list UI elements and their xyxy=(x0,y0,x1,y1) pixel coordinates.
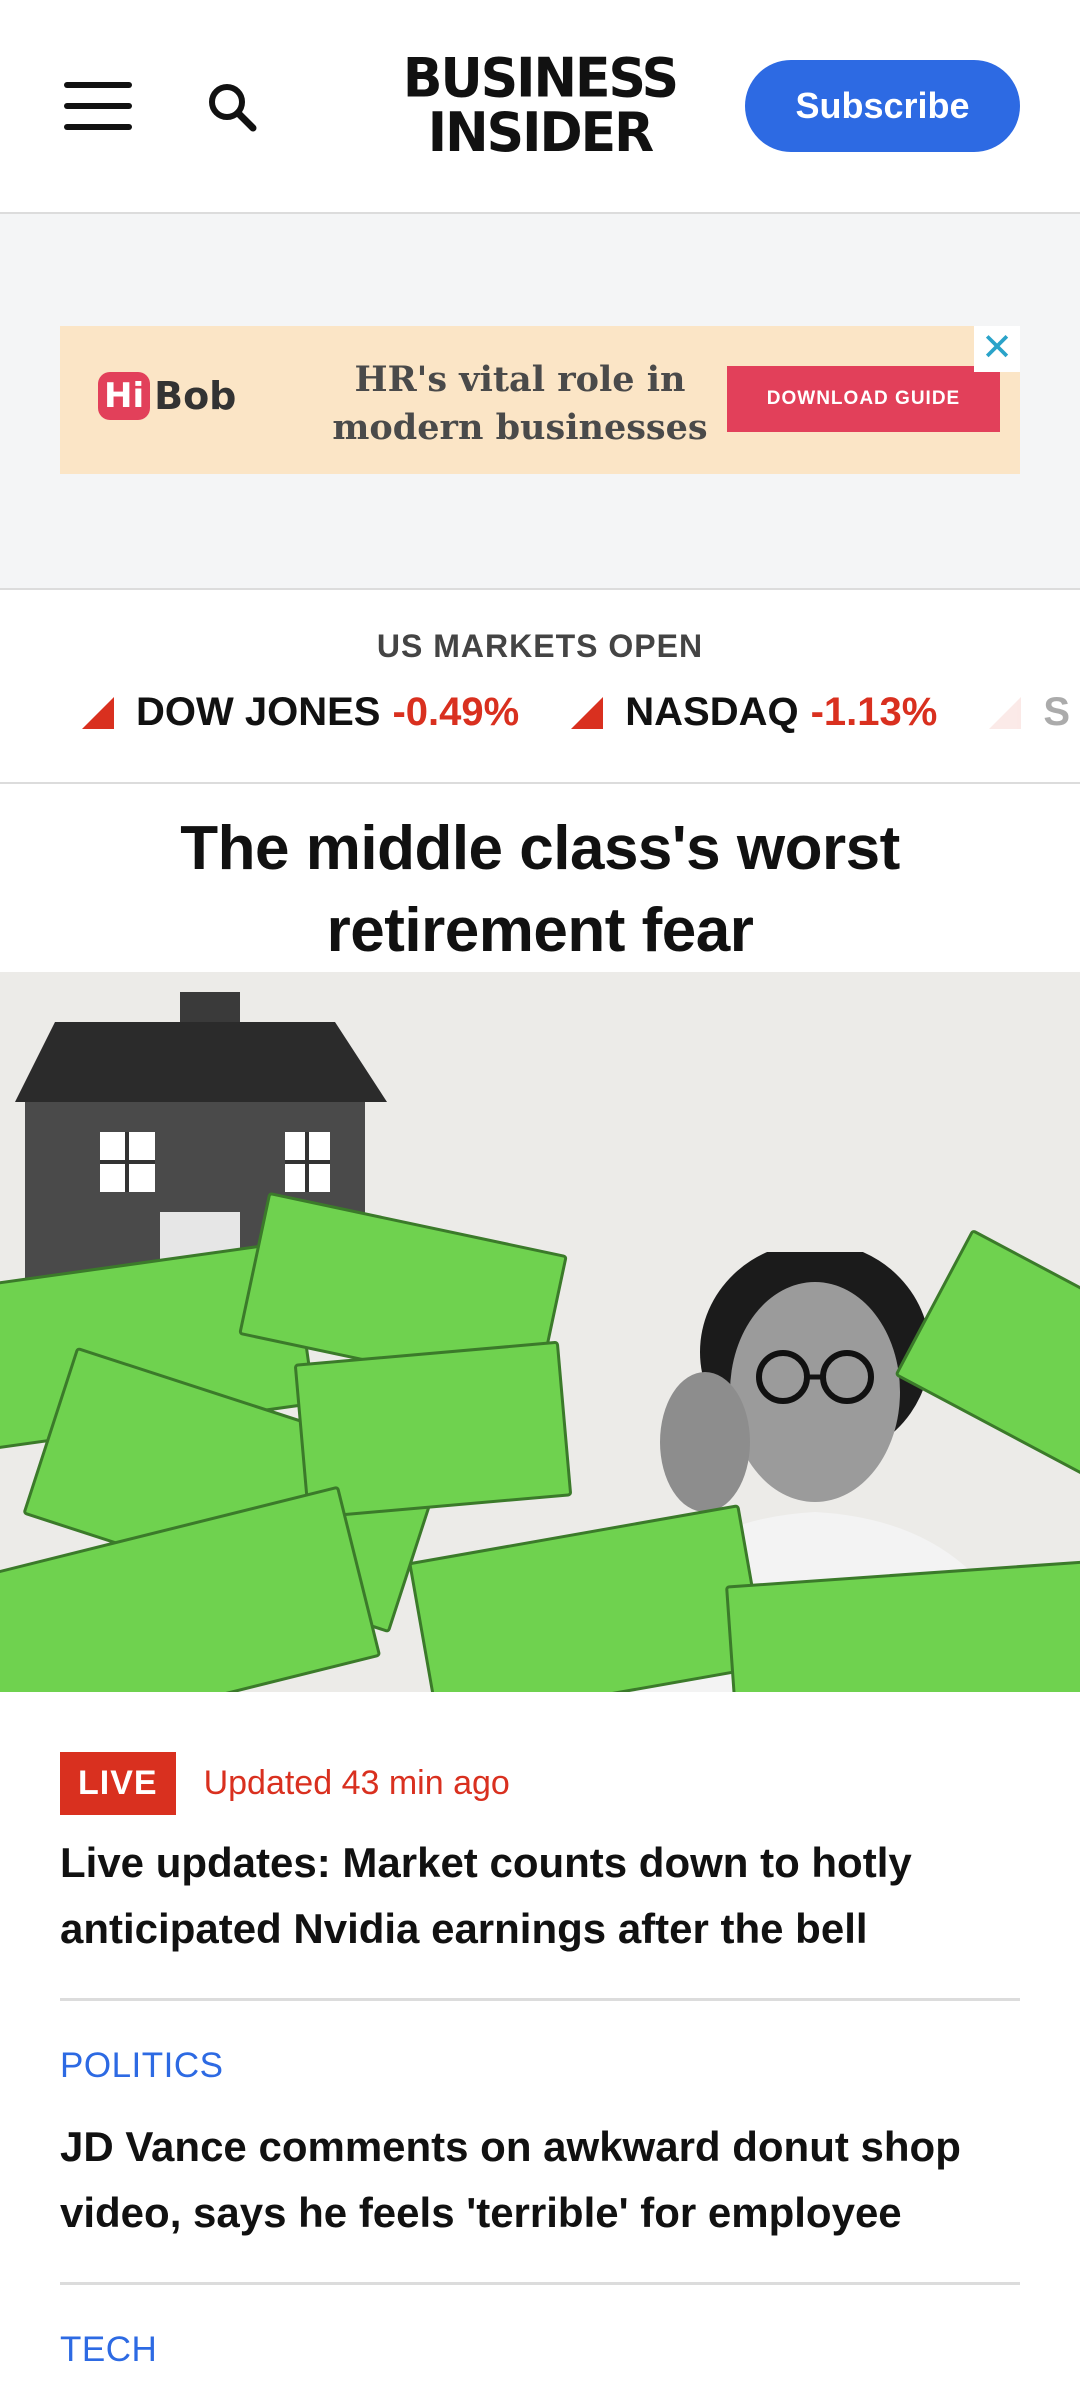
ad-brand-logo: Hi Bob xyxy=(98,372,236,420)
business-insider-logo[interactable]: BUSINESS INSIDER xyxy=(388,51,692,160)
logo-line-2: INSIDER xyxy=(427,101,654,165)
ad-brand-hi: Hi xyxy=(98,372,151,420)
live-row: LIVE Updated 43 min ago xyxy=(60,1752,510,1815)
hamburger-menu-icon[interactable] xyxy=(64,82,132,130)
ticker-item-dow[interactable]: DOW JONES -0.49% xyxy=(82,690,519,735)
story-title-live-updates[interactable]: Live updates: Market counts down to hotl… xyxy=(60,1830,1020,1962)
ticker-change: -1.13% xyxy=(810,690,938,734)
markets-bar: US MARKETS OPEN DOW JONES -0.49% NASDAQ … xyxy=(0,590,1080,784)
markets-status-title: US MARKETS OPEN xyxy=(376,628,704,664)
ad-banner[interactable]: Hi Bob HR's vital role in modern busines… xyxy=(60,326,1020,474)
ad-text-line-1: HR's vital role in xyxy=(354,359,686,400)
lead-story-image[interactable] xyxy=(0,972,1080,1692)
updated-timestamp: Updated 43 min ago xyxy=(203,1764,510,1802)
logo-line-1: BUSINESS xyxy=(402,47,679,111)
ticker-item-nasdaq[interactable]: NASDAQ -1.13% xyxy=(571,690,937,735)
live-badge: LIVE xyxy=(60,1752,176,1815)
site-header: BUSINESS INSIDER Subscribe xyxy=(0,0,1080,214)
down-arrow-icon xyxy=(571,696,604,729)
story-divider xyxy=(60,1998,1020,2001)
ad-download-guide-button[interactable]: DOWNLOAD GUIDE xyxy=(727,366,1000,432)
kicker-tech[interactable]: TECH xyxy=(60,2330,157,2370)
lead-headline[interactable]: The middle class's worst retirement fear xyxy=(0,784,1080,972)
ad-text-line-2: modern businesses xyxy=(332,407,708,448)
market-ticker[interactable]: DOW JONES -0.49% NASDAQ -1.13% S xyxy=(82,690,1080,735)
search-icon[interactable] xyxy=(205,80,261,136)
ad-brand-rest: Bob xyxy=(154,374,237,418)
ticker-name: DOW JONES xyxy=(136,690,381,734)
ad-text: HR's vital role in modern businesses xyxy=(285,356,755,452)
kicker-politics[interactable]: POLITICS xyxy=(60,2046,223,2086)
story-title-jd-vance[interactable]: JD Vance comments on awkward donut shop … xyxy=(60,2114,1020,2246)
ticker-item-sp[interactable]: S xyxy=(989,690,1080,735)
story-divider xyxy=(60,2282,1020,2285)
ad-zone: Hi Bob HR's vital role in modern busines… xyxy=(0,214,1080,590)
ad-close-icon[interactable]: ✕ xyxy=(974,326,1020,372)
ticker-name: NASDAQ xyxy=(625,690,799,734)
down-arrow-icon xyxy=(989,696,1022,729)
ticker-name: S xyxy=(1043,690,1071,734)
subscribe-button[interactable]: Subscribe xyxy=(745,60,1020,152)
ticker-change: -0.49% xyxy=(392,690,520,734)
down-arrow-icon xyxy=(82,696,114,729)
money-stack xyxy=(408,1504,768,1692)
